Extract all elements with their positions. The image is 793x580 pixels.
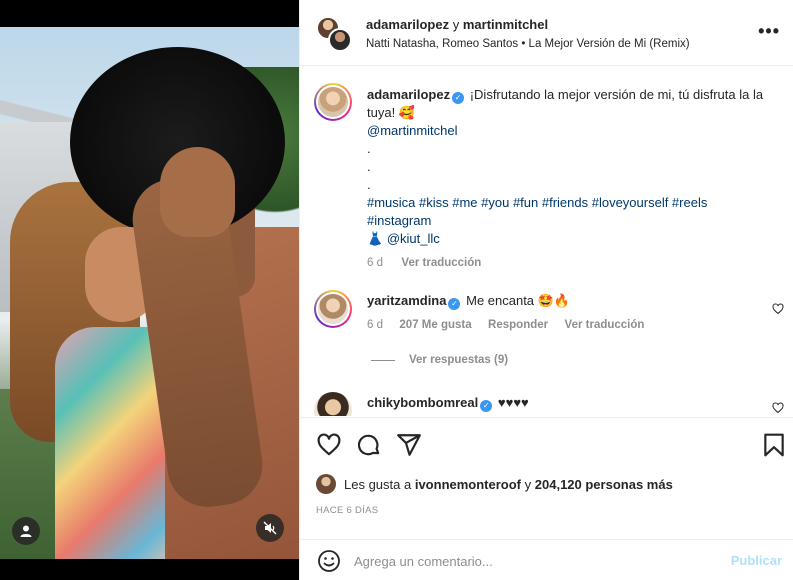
mention-link[interactable]: @kiut_llc	[387, 231, 440, 246]
username-link[interactable]: yaritzamdina	[367, 293, 446, 308]
hashtags[interactable]: #musica #kiss #me #you #fun #friends #lo…	[367, 194, 767, 230]
timestamp[interactable]: 6 d	[367, 257, 383, 269]
post-actions	[300, 417, 793, 471]
avatar[interactable]	[314, 392, 352, 416]
avatar[interactable]	[314, 290, 352, 328]
like-comment-heart-icon[interactable]	[772, 402, 784, 414]
see-translation-button[interactable]: Ver traducción	[565, 319, 645, 331]
view-replies-button[interactable]: Ver respuestas (9)	[371, 354, 508, 366]
verified-badge-icon: ✓	[448, 298, 461, 310]
conjunction: y	[452, 17, 460, 32]
divider	[371, 359, 395, 361]
verified-badge-icon: ✓	[452, 92, 465, 104]
username-link[interactable]: adamarilopez	[367, 87, 450, 102]
likes-conjunction: y	[524, 476, 532, 492]
likes-count-link[interactable]: 204,120 personas más	[535, 477, 673, 492]
dress-emoji: 👗	[367, 231, 384, 246]
avatar[interactable]	[316, 474, 336, 494]
comment-likes[interactable]: 207 Me gusta	[399, 319, 471, 331]
audio-link[interactable]: Natti Natasha, Romeo Santos • La Mejor V…	[366, 38, 690, 50]
comment-text: Me encanta 🤩🔥	[466, 293, 571, 308]
speaker-muted-icon	[263, 521, 277, 535]
comment-text: ♥♥♥♥	[497, 395, 529, 410]
video-frame	[0, 27, 299, 559]
timestamp[interactable]: 6 d	[367, 319, 383, 331]
comment: yaritzamdina ✓ Me encanta 🤩🔥 6 d 207 Me g…	[367, 292, 767, 334]
more-options-icon[interactable]: •••	[758, 22, 780, 40]
avatar	[328, 28, 352, 52]
post-comment-button[interactable]: Publicar	[731, 553, 782, 568]
comments-list[interactable]: adamarilopez ✓ ¡Disfrutando la mejor vers…	[300, 67, 793, 416]
username-link[interactable]: martinmitchel	[463, 17, 548, 32]
heart-icon[interactable]	[316, 432, 342, 458]
comment: chikybombomreal ✓ ♥♥♥♥	[367, 394, 767, 412]
mute-button[interactable]	[256, 514, 284, 542]
user-icon	[20, 525, 32, 537]
view-replies-label: Ver respuestas (9)	[409, 354, 509, 366]
avatar[interactable]	[314, 83, 352, 121]
caption-line: .	[367, 159, 371, 174]
emoji-icon[interactable]	[317, 549, 341, 573]
reply-button[interactable]: Responder	[488, 319, 548, 331]
add-comment-bar: Publicar	[300, 539, 793, 580]
reel-video[interactable]	[0, 0, 299, 580]
caption-line: .	[367, 177, 371, 192]
verified-badge-icon: ✓	[480, 400, 493, 412]
collab-avatars[interactable]	[316, 16, 352, 52]
mention-link[interactable]: @martinmitchel	[367, 123, 458, 138]
post-details-panel: adamarilopez y martinmitchel Natti Natas…	[299, 0, 793, 580]
comment-input[interactable]	[354, 550, 714, 572]
likes-prefix: Les gusta a	[344, 476, 412, 492]
see-translation-button[interactable]: Ver traducción	[401, 257, 481, 269]
username-link[interactable]: chikybombomreal	[367, 395, 478, 410]
share-icon[interactable]	[396, 432, 422, 458]
like-comment-heart-icon[interactable]	[772, 303, 784, 315]
tagged-users-button[interactable]	[12, 517, 40, 545]
comment-icon[interactable]	[356, 432, 382, 458]
instagram-post-modal: adamarilopez y martinmitchel Natti Natas…	[0, 0, 793, 580]
post-header: adamarilopez y martinmitchel Natti Natas…	[300, 0, 793, 66]
collab-usernames: adamarilopez y martinmitchel	[366, 17, 548, 32]
caption: adamarilopez ✓ ¡Disfrutando la mejor vers…	[367, 86, 767, 272]
username-link[interactable]: adamarilopez	[366, 17, 449, 32]
bookmark-icon[interactable]	[761, 432, 787, 458]
post-date[interactable]: HACE 6 DÍAS	[316, 505, 378, 516]
caption-line: .	[367, 141, 371, 156]
liker-username-link[interactable]: ivonnemonteroof	[415, 477, 521, 492]
likes-summary: Les gusta a ivonnemonteroof y 204,120 pe…	[316, 474, 673, 494]
